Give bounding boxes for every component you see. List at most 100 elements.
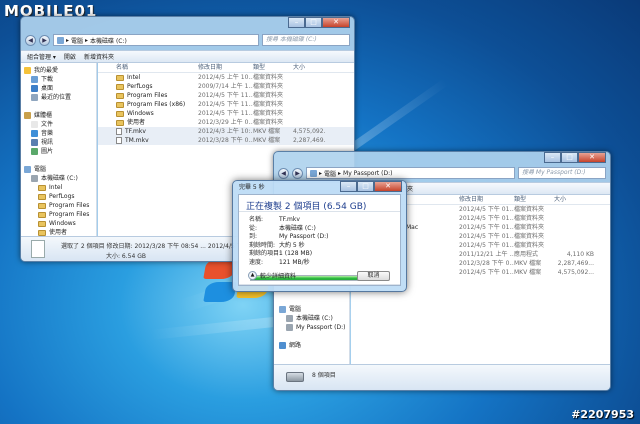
column-header[interactable]: 修改日期 — [459, 195, 514, 204]
close-button[interactable]: ✕ — [578, 152, 606, 163]
file-type: 檔案資料夾 — [514, 224, 545, 231]
nav-item[interactable]: Program Files — [24, 201, 96, 210]
file-date: 2012/3/29 上午 0... — [198, 119, 253, 126]
table-row[interactable]: Program Files (x86) 2012/4/5 下午 11... 檔案資料… — [98, 100, 354, 109]
file-name: PerfLogs — [127, 83, 153, 90]
search-input[interactable]: 搜尋 My Passport (D:) — [518, 167, 606, 179]
address-bar[interactable]: ▸ 電腦 ▸ My Passport (D:) — [306, 167, 515, 179]
command-bar: 組合管理 ▾ 開啟 新增資料夾 — [21, 50, 354, 63]
new-folder-button[interactable]: 新增資料夾 — [84, 52, 114, 61]
video-file-icon — [116, 128, 122, 135]
nav-item-label: 本機磁碟 (C:) — [41, 175, 78, 182]
address-bar[interactable]: ▸ 電腦 ▸ 本機磁碟 (C:) — [53, 34, 259, 46]
maximize-button[interactable]: □ — [305, 17, 322, 28]
close-button[interactable]: ✕ — [374, 181, 402, 192]
nav-item[interactable]: 我的最愛 — [24, 66, 96, 75]
column-header[interactable]: 類型 — [514, 195, 554, 204]
nav-item[interactable]: 下載 — [24, 75, 96, 84]
nav-item-label: 文件 — [41, 121, 54, 128]
back-icon[interactable]: ◀ — [25, 34, 36, 46]
picture-icon — [31, 148, 38, 155]
detail-label: 剩餘時間: — [249, 241, 276, 249]
file-name-cell: Program Files (x86) — [98, 100, 198, 109]
maximize-button[interactable]: □ — [561, 152, 578, 163]
folder-icon — [116, 92, 124, 99]
copy-progress-dialog[interactable]: 完畢 5 秒 – □ ✕ 正在複製 2 個項目 (6.54 GB) 名稱: TF.… — [232, 180, 407, 292]
dialog-title: 完畢 5 秒 — [239, 184, 265, 191]
column-header[interactable]: 類型 — [253, 63, 293, 72]
nav-item[interactable]: Program Files — [24, 210, 96, 219]
breadcrumb-computer[interactable]: 電腦 — [71, 36, 83, 45]
column-header[interactable]: 名稱 — [98, 63, 198, 72]
nav-item-label: 電腦 — [289, 306, 302, 313]
file-name: TF.mkv — [125, 128, 146, 135]
organize-button[interactable]: 組合管理 ▾ — [27, 52, 56, 61]
search-input[interactable]: 搜尋 本機磁碟 (C:) — [262, 34, 350, 46]
nav-item[interactable]: 電腦 — [24, 165, 96, 174]
nav-item[interactable]: Intel — [24, 183, 96, 192]
table-row[interactable]: TM.mkv 2012/3/28 下午 0...MKV 檔案 2,287,469..… — [98, 136, 354, 145]
cancel-button[interactable]: 取消 — [357, 271, 390, 281]
column-header[interactable]: 大小 — [293, 63, 325, 72]
file-name-cell: Windows — [98, 109, 198, 118]
folder-icon — [38, 220, 46, 227]
nav-item[interactable]: Windows — [24, 219, 96, 228]
nav-item[interactable]: 媒體櫃 — [24, 111, 96, 120]
nav-item-label: Program Files — [49, 211, 90, 218]
breadcrumb-separator: ▸ — [338, 169, 342, 177]
table-row[interactable]: Program Files 2012/4/5 下午 11... 檔案資料夾 — [98, 91, 354, 100]
computer-icon — [57, 36, 64, 44]
maximize-button[interactable]: □ — [357, 181, 374, 192]
breadcrumb-drive[interactable]: My Passport (D:) — [343, 170, 392, 177]
table-row[interactable]: PerfLogs 2009/7/14 上午 1... 檔案資料夾 — [98, 82, 354, 91]
file-name: Program Files — [127, 92, 168, 99]
nav-item[interactable]: 電腦 — [279, 305, 349, 314]
file-name: 使用者 — [127, 119, 146, 126]
minimize-button[interactable]: – — [340, 181, 357, 192]
file-date: 2012/4/5 下午 01... — [459, 224, 514, 231]
table-row[interactable]: TF.mkv 2012/4/3 上午 10:...MKV 檔案 4,575,092.… — [98, 127, 354, 136]
nav-item-label: 本機磁碟 (C:) — [296, 315, 333, 322]
open-button[interactable]: 開啟 — [64, 52, 76, 61]
forward-icon[interactable]: ▶ — [39, 34, 50, 46]
file-name: TM.mkv — [125, 137, 149, 144]
table-row[interactable]: Windows 2012/4/5 下午 11... 檔案資料夾 — [98, 109, 354, 118]
file-name: Intel — [127, 74, 141, 81]
nav-item[interactable]: 視訊 — [24, 138, 96, 147]
nav-item[interactable]: 本機磁碟 (C:) — [279, 314, 349, 323]
table-row[interactable]: Intel 2012/4/5 上午 10... 檔案資料夾 — [98, 73, 354, 82]
folder-icon — [38, 211, 46, 218]
less-details-toggle[interactable]: ▲ 較少詳細資料 — [248, 271, 296, 280]
music-icon — [31, 130, 38, 137]
close-button[interactable]: ✕ — [322, 17, 350, 28]
back-icon[interactable]: ◀ — [278, 167, 289, 179]
copy-detail-row: 從: 本機磁碟 (C:) — [249, 225, 404, 232]
nav-item[interactable]: 本機磁碟 (C:) — [24, 174, 96, 183]
desktop-icon — [31, 85, 38, 92]
nav-item[interactable]: 音樂 — [24, 129, 96, 138]
detail-value: 121 MB/秒 — [279, 258, 310, 266]
nav-item[interactable]: 桌面 — [24, 84, 96, 93]
column-header[interactable]: 修改日期 — [198, 63, 253, 72]
file-date: 2012/4/5 下午 11... — [198, 101, 253, 108]
detail-value: TF.mkv — [279, 216, 300, 223]
nav-item[interactable]: 最近的位置 — [24, 93, 96, 102]
breadcrumb-computer[interactable]: 電腦 — [324, 169, 336, 178]
table-row[interactable]: 使用者 2012/3/29 上午 0... 檔案資料夾 — [98, 118, 354, 127]
file-name: Windows — [127, 110, 154, 117]
file-name-cell: TM.mkv — [98, 136, 198, 145]
nav-item — [279, 332, 349, 341]
nav-item[interactable]: 圖片 — [24, 147, 96, 156]
forward-icon[interactable]: ▶ — [292, 167, 303, 179]
nav-item[interactable]: My Passport (D:) — [279, 323, 349, 332]
nav-item[interactable]: 文件 — [24, 120, 96, 129]
nav-item[interactable]: 網路 — [279, 341, 349, 350]
nav-item[interactable]: PerfLogs — [24, 192, 96, 201]
file-date: 2012/4/5 上午 10... — [198, 74, 253, 81]
detail-label: 速度: — [249, 258, 264, 266]
column-header[interactable]: 大小 — [554, 195, 594, 204]
breadcrumb-drive[interactable]: 本機磁碟 (C:) — [90, 36, 127, 45]
minimize-button[interactable]: – — [288, 17, 305, 28]
file-date: 2012/3/28 下午 0... — [459, 260, 514, 267]
minimize-button[interactable]: – — [544, 152, 561, 163]
